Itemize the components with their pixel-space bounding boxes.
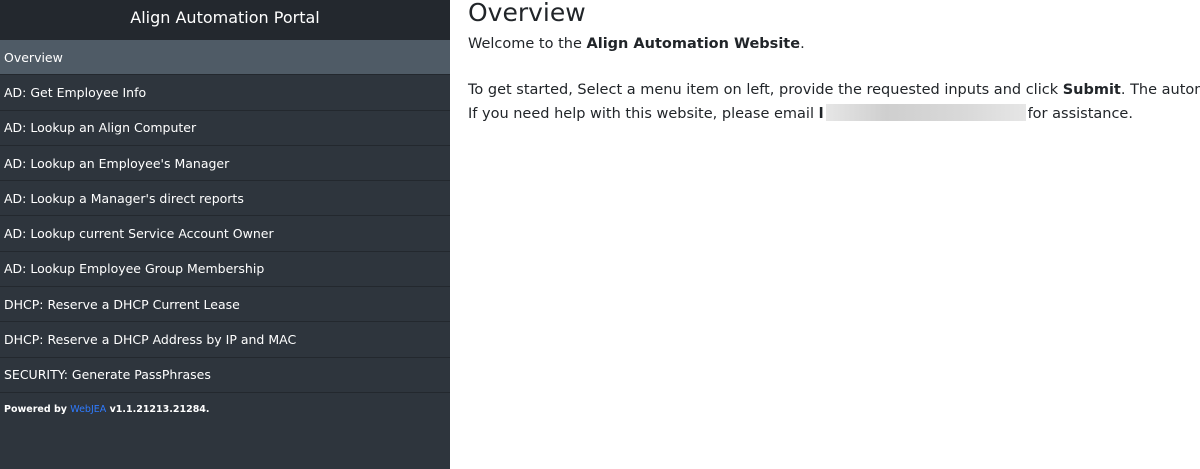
- welcome-suffix: .: [800, 36, 805, 52]
- sidebar-item-lookup-service-account-owner[interactable]: AD: Lookup current Service Account Owner: [0, 216, 450, 252]
- sidebar-item-lookup-direct-reports[interactable]: AD: Lookup a Manager's direct reports: [0, 181, 450, 217]
- sidebar-item-generate-passphrases[interactable]: SECURITY: Generate PassPhrases: [0, 358, 450, 393]
- sidebar-item-get-employee-info[interactable]: AD: Get Employee Info: [0, 75, 450, 111]
- sidebar-item-lookup-computer[interactable]: AD: Lookup an Align Computer: [0, 111, 450, 146]
- welcome-prefix: Welcome to the: [468, 36, 582, 52]
- webjea-link[interactable]: WebJEA: [70, 404, 106, 415]
- instructions-line1-suffix: . The automation: [1120, 82, 1200, 98]
- welcome-site-name: Align Automation Website: [586, 36, 801, 52]
- redacted-email: [825, 104, 1026, 121]
- instructions: To get started, Select a menu item on le…: [468, 78, 1200, 126]
- page-title: Overview: [468, 0, 586, 27]
- sidebar-menu: Overview AD: Get Employee Info AD: Looku…: [0, 40, 450, 393]
- sidebar-title: Align Automation Portal: [0, 0, 450, 40]
- instructions-line2-suffix: for assistance.: [1027, 106, 1133, 122]
- main-content: Overview Welcome to the Align Automation…: [450, 0, 1200, 469]
- welcome-text: Welcome to the Align Automation Website.: [468, 36, 1200, 52]
- help-email-start: l: [818, 106, 824, 122]
- sidebar-item-overview[interactable]: Overview: [0, 40, 450, 76]
- powered-by-prefix: Powered by: [4, 403, 67, 415]
- submit-keyword: Submit: [1062, 82, 1121, 98]
- instructions-line1-prefix: To get started, Select a menu item on le…: [468, 82, 1059, 98]
- sidebar: Align Automation Portal Overview AD: Get…: [0, 0, 450, 469]
- app-root: Align Automation Portal Overview AD: Get…: [0, 0, 1200, 469]
- sidebar-item-lookup-manager[interactable]: AD: Lookup an Employee's Manager: [0, 146, 450, 182]
- sidebar-item-dhcp-ip-mac[interactable]: DHCP: Reserve a DHCP Address by IP and M…: [0, 322, 450, 358]
- instructions-line2-prefix: If you need help with this website, plea…: [468, 106, 814, 122]
- sidebar-item-lookup-group-membership[interactable]: AD: Lookup Employee Group Membership: [0, 252, 450, 288]
- version-text: v1.1.21213.21284.: [109, 403, 210, 415]
- sidebar-item-dhcp-current-lease[interactable]: DHCP: Reserve a DHCP Current Lease: [0, 287, 450, 323]
- powered-by: Powered by WebJEA v1.1.21213.21284.: [0, 404, 450, 415]
